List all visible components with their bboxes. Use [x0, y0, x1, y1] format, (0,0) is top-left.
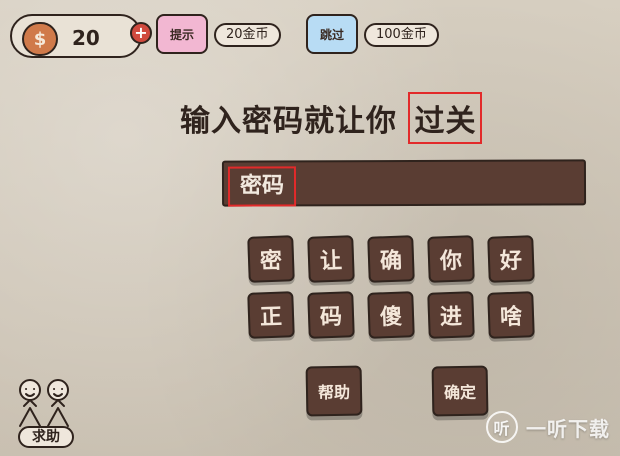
prompt-highlight: 过关 [408, 92, 483, 144]
money-bag-icon: $ [22, 22, 58, 56]
hint-shirt-icon: 提示 [156, 14, 208, 54]
skip-label: 跳过 [319, 27, 344, 42]
confirm-button[interactable]: 确定 [431, 365, 489, 417]
ask-for-help[interactable]: 求助 [10, 376, 80, 452]
coin-counter: $ 20 + [10, 14, 152, 58]
prompt-text: 输入密码就让你 [180, 104, 397, 139]
tile-row1-2[interactable]: 让 [307, 235, 355, 283]
tile-row2-4[interactable]: 进 [427, 291, 475, 339]
password-value: 密码 [227, 166, 297, 207]
add-coins-button[interactable]: + [130, 22, 152, 44]
skip-shirt-icon: 跳过 [306, 14, 358, 54]
tile-row2-1[interactable]: 正 [247, 291, 295, 339]
ask-for-help-label: 求助 [18, 426, 74, 448]
people-icon [19, 379, 69, 427]
coin-count: 20 [72, 26, 100, 50]
password-field[interactable]: 密码 [221, 159, 587, 207]
hint-button[interactable]: 提示 20金币 [156, 14, 286, 54]
hint-price: 20金币 [214, 23, 281, 47]
tile-row1-1[interactable]: 密 [247, 235, 295, 283]
tile-row1-3[interactable]: 确 [367, 235, 415, 283]
character-grid: 密 让 确 你 好 正 码 傻 进 啥 [247, 235, 548, 339]
tile-row1-5[interactable]: 好 [487, 235, 535, 283]
help-button[interactable]: 帮助 [305, 365, 363, 417]
tile-row1-4[interactable]: 你 [427, 235, 475, 283]
watermark: 听 一听下载 [486, 410, 610, 444]
tile-row2-3[interactable]: 傻 [367, 291, 415, 339]
tile-row2-5[interactable]: 啥 [487, 291, 535, 339]
level-prompt: 输入密码就让你 过关 [180, 92, 600, 144]
top-bar: $ 20 + 提示 20金币 跳过 100金币 [0, 0, 620, 66]
skip-button[interactable]: 跳过 100金币 [306, 14, 446, 54]
hint-label: 提示 [169, 27, 194, 42]
skip-price: 100金币 [364, 23, 439, 47]
watermark-icon: 听 [486, 411, 518, 443]
tile-row2-2[interactable]: 码 [307, 291, 355, 339]
watermark-text: 一听下载 [526, 416, 610, 441]
